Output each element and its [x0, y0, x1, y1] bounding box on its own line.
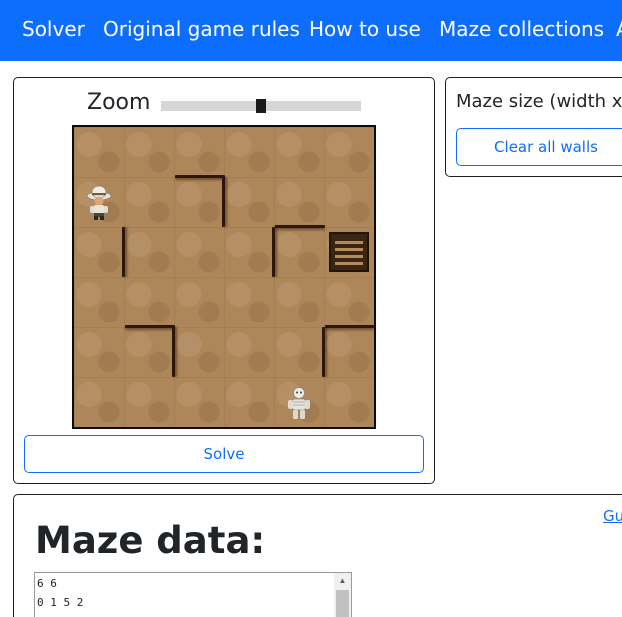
stairs-exit-icon[interactable]: [329, 232, 369, 272]
zoom-slider[interactable]: [161, 99, 361, 113]
clear-all-walls-button[interactable]: Clear all walls: [456, 128, 622, 166]
maze-wall[interactable]: [172, 327, 175, 377]
maze-data-title: Maze data:: [35, 519, 266, 562]
mummy-icon[interactable]: [279, 382, 319, 422]
maze-card: Zoom Solve: [13, 77, 435, 484]
zoom-label: Zoom: [87, 90, 151, 115]
maze-wall[interactable]: [122, 227, 125, 277]
maze-wall[interactable]: [272, 227, 275, 277]
maze-wall[interactable]: [322, 327, 325, 377]
zoom-slider-thumb[interactable]: [256, 99, 266, 113]
maze-wall[interactable]: [325, 325, 374, 328]
stair-step: [335, 255, 363, 258]
explorer-icon[interactable]: [79, 182, 119, 222]
maze-data-card: Maze data: Gu ▲: [13, 494, 622, 617]
textarea-scrollbar[interactable]: ▲: [334, 573, 351, 617]
scroll-up-arrow-icon[interactable]: ▲: [334, 573, 351, 589]
maze-wall[interactable]: [222, 177, 225, 227]
maze-wall[interactable]: [175, 175, 225, 178]
maze-wall[interactable]: [275, 225, 325, 228]
stair-step: [335, 262, 363, 265]
stair-step: [335, 241, 363, 244]
nav-original-game-rules[interactable]: Original game rules: [103, 17, 300, 41]
stair-step: [335, 248, 363, 251]
maze-wall[interactable]: [125, 325, 175, 328]
nav-next-item-truncated[interactable]: A: [616, 17, 622, 41]
guide-link[interactable]: Gu: [603, 507, 622, 525]
scrollbar-thumb[interactable]: [336, 590, 349, 617]
nav-how-to-use[interactable]: How to use: [309, 17, 421, 41]
nav-solver[interactable]: Solver: [22, 17, 85, 41]
maze-size-label: Maze size (width x: [456, 91, 622, 112]
top-navbar: Solver Original game rules How to use Ma…: [0, 0, 622, 61]
solve-button[interactable]: Solve: [24, 435, 424, 473]
nav-maze-collections[interactable]: Maze collections: [439, 17, 604, 41]
maze-size-card: Maze size (width x Clear all walls: [445, 77, 622, 177]
maze-data-textarea[interactable]: [34, 572, 352, 617]
maze-board[interactable]: [72, 125, 376, 429]
